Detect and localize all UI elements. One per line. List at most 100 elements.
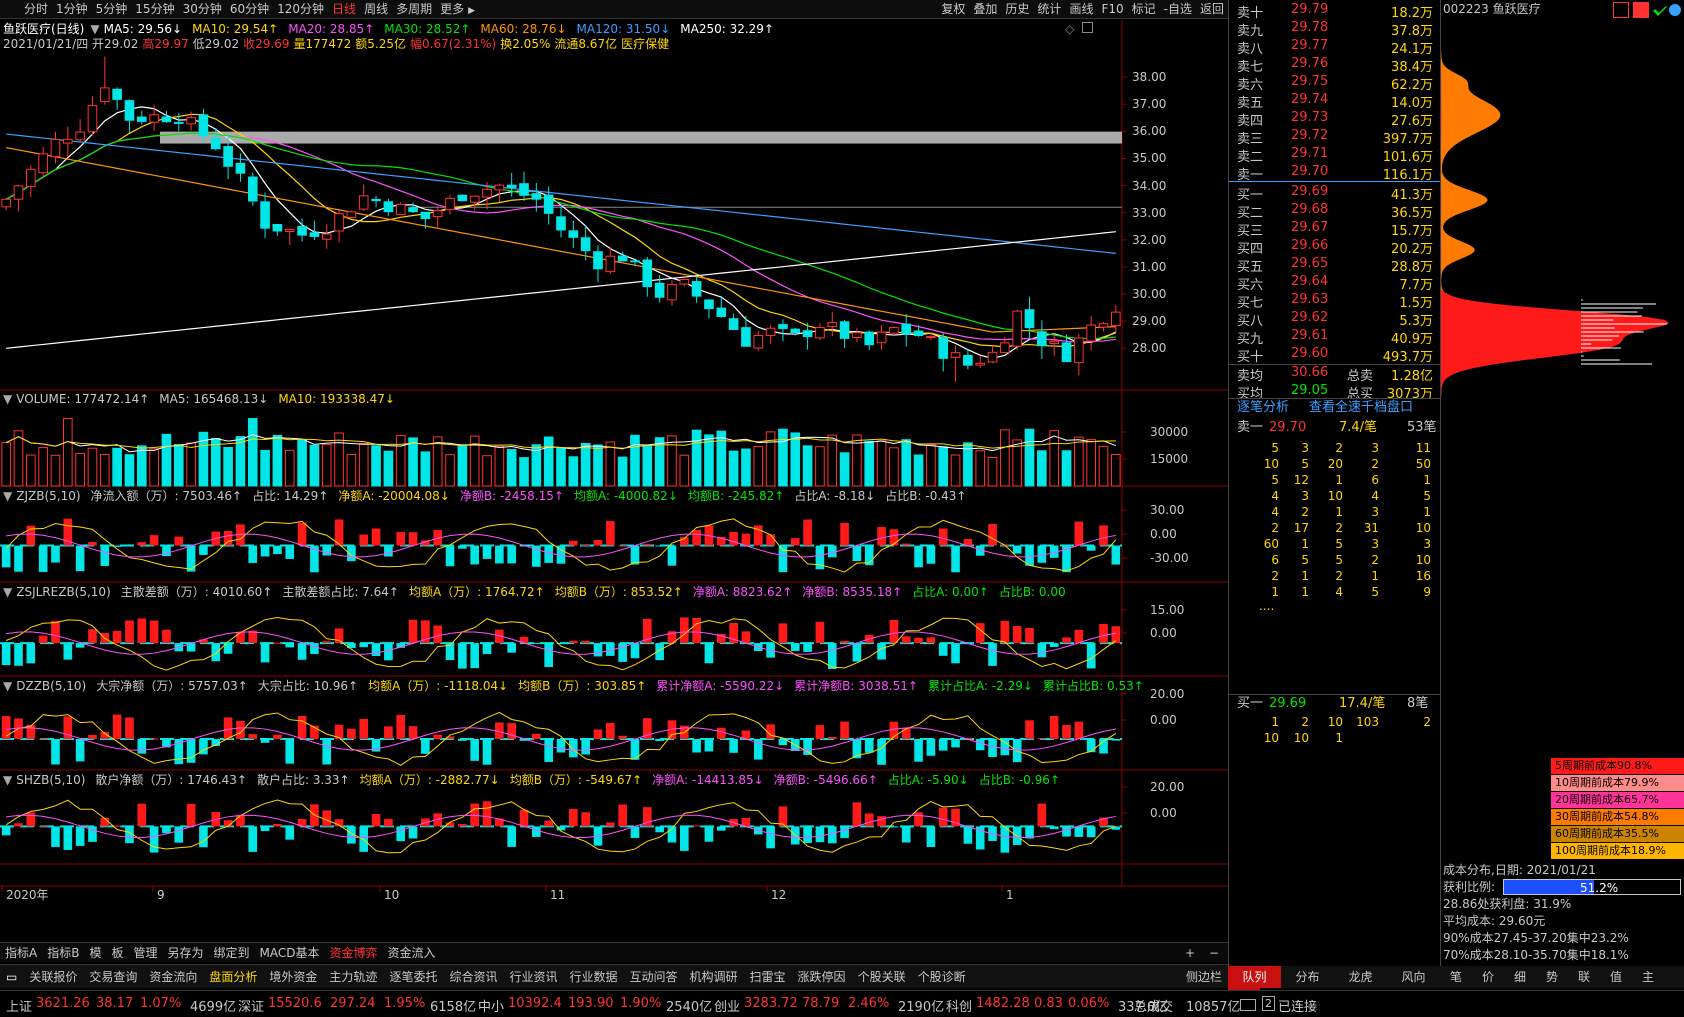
period-tab[interactable]: 30分钟 bbox=[179, 0, 226, 19]
function-button[interactable]: 个股关联 bbox=[852, 965, 912, 989]
indicator-tab[interactable]: 资金流入 bbox=[383, 943, 441, 963]
indicator-tab[interactable]: 绑定到 bbox=[209, 943, 255, 963]
toolbar-button[interactable]: 返回 bbox=[1196, 0, 1228, 19]
period-tab[interactable]: 120分钟 bbox=[273, 0, 328, 19]
function-button[interactable]: 行业数据 bbox=[563, 965, 623, 989]
flag-filled-icon[interactable] bbox=[1633, 2, 1649, 18]
ask-level[interactable]: 卖三 29.72 397.7万 bbox=[1229, 127, 1441, 147]
indicator-tab[interactable]: 指标A bbox=[0, 943, 42, 963]
indicator-tab[interactable]: MACD基本 bbox=[255, 943, 325, 963]
function-button[interactable]: 交易查询 bbox=[83, 965, 143, 989]
period-tab[interactable]: 5分钟 bbox=[92, 0, 132, 19]
kline-chart-canvas[interactable] bbox=[0, 20, 1228, 942]
function-button[interactable]: 互动问答 bbox=[624, 965, 684, 989]
function-button[interactable]: 盘面分析 bbox=[203, 965, 263, 989]
bid-level[interactable]: 买四 29.66 20.2万 bbox=[1229, 237, 1441, 257]
period-tab[interactable]: 多周期 bbox=[392, 0, 436, 19]
ask-level[interactable]: 卖五 29.74 14.0万 bbox=[1229, 91, 1441, 111]
function-button[interactable]: 扫雷宝 bbox=[744, 965, 792, 989]
flag-icon[interactable] bbox=[1613, 2, 1629, 18]
volume-bar bbox=[334, 432, 344, 487]
bid-level[interactable]: 买一 29.69 41.3万 bbox=[1229, 183, 1441, 203]
tick-cell: 1 bbox=[1335, 731, 1343, 745]
toolbar-button[interactable]: 叠加 bbox=[969, 0, 1001, 19]
toolbar-button[interactable]: F10 bbox=[1097, 0, 1127, 19]
tick-cell: 2 bbox=[1335, 569, 1343, 583]
indicator-tab[interactable]: 另存为 bbox=[163, 943, 209, 963]
function-button[interactable]: 资金流向 bbox=[143, 965, 203, 989]
toolbar-button[interactable]: 标记 bbox=[1128, 0, 1160, 19]
indicator-bar bbox=[1086, 738, 1096, 753]
function-button[interactable]: 逐笔委托 bbox=[383, 965, 443, 989]
check-icon[interactable] bbox=[1653, 2, 1667, 16]
bid-level[interactable]: 买十 29.60 493.7万 bbox=[1229, 345, 1441, 365]
function-button[interactable]: 侧边栏 bbox=[1180, 965, 1228, 989]
func-bar-menu-icon[interactable]: ▭ bbox=[0, 965, 23, 989]
ask-level[interactable]: 卖七 29.76 38.4万 bbox=[1229, 55, 1441, 75]
add-icon[interactable]: + bbox=[1180, 943, 1200, 963]
kline-chart-area[interactable]: 38.00 37.00 36.00 35.00 34.00 33.00 32.00 31.00… bbox=[0, 20, 1228, 942]
right-tab[interactable]: 联 bbox=[1568, 966, 1600, 988]
function-button[interactable]: 个股诊断 bbox=[912, 965, 972, 989]
right-tab[interactable]: 龙虎 bbox=[1334, 966, 1387, 988]
function-button[interactable]: 机构调研 bbox=[684, 965, 744, 989]
tick-more[interactable]: .... bbox=[1259, 598, 1274, 614]
bid-level[interactable]: 买七 29.63 1.5万 bbox=[1229, 291, 1441, 311]
indicator-tab[interactable]: 模 bbox=[84, 943, 106, 963]
right-tab[interactable]: 主 bbox=[1632, 966, 1664, 988]
toolbar-button[interactable]: 画线 bbox=[1065, 0, 1097, 19]
indicator-tab[interactable]: 管理 bbox=[128, 943, 162, 963]
ask-level[interactable]: 卖十 29.79 18.2万 bbox=[1229, 1, 1441, 21]
right-tab[interactable]: 细 bbox=[1504, 966, 1536, 988]
right-tab[interactable]: 风向 bbox=[1387, 966, 1440, 988]
indicator-tab[interactable]: 板 bbox=[106, 943, 128, 963]
indicator-tab[interactable]: 资金博弈 bbox=[325, 943, 383, 963]
right-tab[interactable]: 值 bbox=[1600, 966, 1632, 988]
period-tab[interactable]: 分时 bbox=[20, 0, 52, 19]
function-button[interactable]: 综合资讯 bbox=[443, 965, 503, 989]
right-tab[interactable]: 分布 bbox=[1281, 966, 1334, 988]
ask-level[interactable]: 卖四 29.73 27.6万 bbox=[1229, 109, 1441, 129]
bid-level[interactable]: 买六 29.64 7.7万 bbox=[1229, 273, 1441, 293]
indicator-tab[interactable]: 指标B bbox=[42, 943, 84, 963]
function-button[interactable]: 境外资金 bbox=[263, 965, 323, 989]
remove-icon[interactable]: − bbox=[1204, 943, 1224, 963]
period-tab[interactable]: 周线 bbox=[360, 0, 392, 19]
function-button[interactable]: 行业资讯 bbox=[503, 965, 563, 989]
tick-analysis-tab[interactable]: 逐笔分析 bbox=[1237, 400, 1289, 416]
ask-level[interactable]: 卖六 29.75 62.2万 bbox=[1229, 73, 1441, 93]
right-tab[interactable]: 笔 bbox=[1440, 966, 1472, 988]
more-chevron-icon[interactable]: ▶ bbox=[468, 2, 475, 21]
indicator-bar bbox=[581, 640, 590, 644]
toolbar-button[interactable]: 统计 bbox=[1033, 0, 1065, 19]
period-tab[interactable]: 1分钟 bbox=[52, 0, 92, 19]
function-button[interactable]: 涨跌停因 bbox=[792, 965, 852, 989]
bid-level[interactable]: 买三 29.67 15.7万 bbox=[1229, 219, 1441, 239]
full-depth-link[interactable]: 查看全速千档盘口 bbox=[1309, 400, 1413, 416]
function-button[interactable]: 主力轨迹 bbox=[323, 965, 383, 989]
bid-level[interactable]: 买九 29.61 40.9万 bbox=[1229, 327, 1441, 347]
toolbar-button[interactable]: 历史 bbox=[1001, 0, 1033, 19]
ask-level[interactable]: 卖一 29.70 116.1万 bbox=[1229, 163, 1441, 183]
bid-level[interactable]: 买五 29.65 28.8万 bbox=[1229, 255, 1441, 275]
toolbar-button[interactable]: -自选 bbox=[1160, 0, 1196, 19]
bid-level[interactable]: 买八 29.62 5.3万 bbox=[1229, 309, 1441, 329]
right-tab[interactable]: 价 bbox=[1472, 966, 1504, 988]
toolbar-button[interactable]: 复权 bbox=[937, 0, 969, 19]
period-tab[interactable]: 15分钟 bbox=[131, 0, 178, 19]
function-button[interactable]: 关联报价 bbox=[23, 965, 83, 989]
ask-level[interactable]: 卖九 29.78 37.8万 bbox=[1229, 19, 1441, 39]
indicator-bar bbox=[581, 812, 590, 827]
right-tab[interactable]: 势 bbox=[1536, 966, 1568, 988]
ask-level[interactable]: 卖八 29.77 24.1万 bbox=[1229, 37, 1441, 57]
indicator-bar bbox=[778, 623, 788, 644]
ask-level[interactable]: 卖二 29.71 101.6万 bbox=[1229, 145, 1441, 165]
info-icon[interactable] bbox=[1669, 4, 1681, 16]
period-tab[interactable]: 日线 bbox=[328, 0, 360, 19]
period-tab[interactable]: 更多 bbox=[436, 0, 468, 19]
right-tab[interactable]: 队列 bbox=[1228, 966, 1281, 988]
keyboard-icon[interactable] bbox=[1240, 999, 1256, 1011]
period-tab[interactable]: 60分钟 bbox=[226, 0, 273, 19]
bid-level[interactable]: 买二 29.68 36.5万 bbox=[1229, 201, 1441, 221]
indicator-bar bbox=[199, 545, 208, 555]
